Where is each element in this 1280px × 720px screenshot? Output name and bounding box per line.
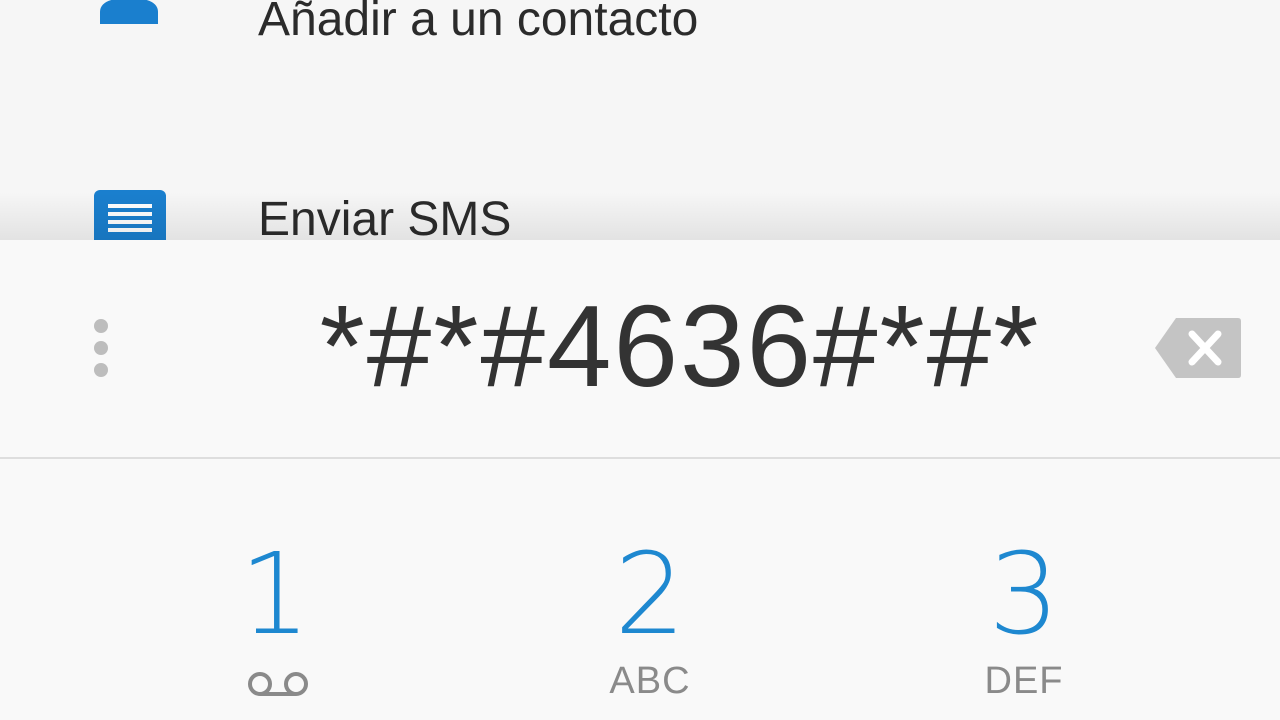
dialpad-key-2[interactable]: 2 ABC: [530, 520, 770, 720]
key-digit: 3: [988, 530, 1060, 660]
key-letters: ABC: [609, 660, 691, 702]
send-sms-item[interactable]: Enviar SMS: [0, 168, 1280, 240]
key-digit: 2: [614, 530, 686, 660]
dialpad-key-3[interactable]: 3 DEF: [904, 520, 1144, 720]
more-vert-icon[interactable]: [86, 318, 116, 382]
send-sms-label: Enviar SMS: [258, 193, 512, 240]
dialpad-key-1[interactable]: 1: [155, 520, 395, 720]
person-add-icon: [100, 0, 158, 24]
suggestion-list: Añadir a un contacto Enviar SMS: [0, 0, 1280, 240]
add-to-contact-item[interactable]: Añadir a un contacto: [0, 0, 1280, 46]
backspace-icon[interactable]: [1154, 316, 1242, 380]
key-digit: 1: [239, 530, 311, 660]
add-to-contact-label: Añadir a un contacto: [258, 0, 699, 46]
key-letters: DEF: [984, 660, 1064, 702]
message-icon: [94, 190, 166, 240]
voicemail-icon: [248, 672, 308, 696]
dialed-number-field[interactable]: *#*#4636#*#*: [220, 286, 1140, 406]
dialpad-divider: [0, 457, 1280, 459]
